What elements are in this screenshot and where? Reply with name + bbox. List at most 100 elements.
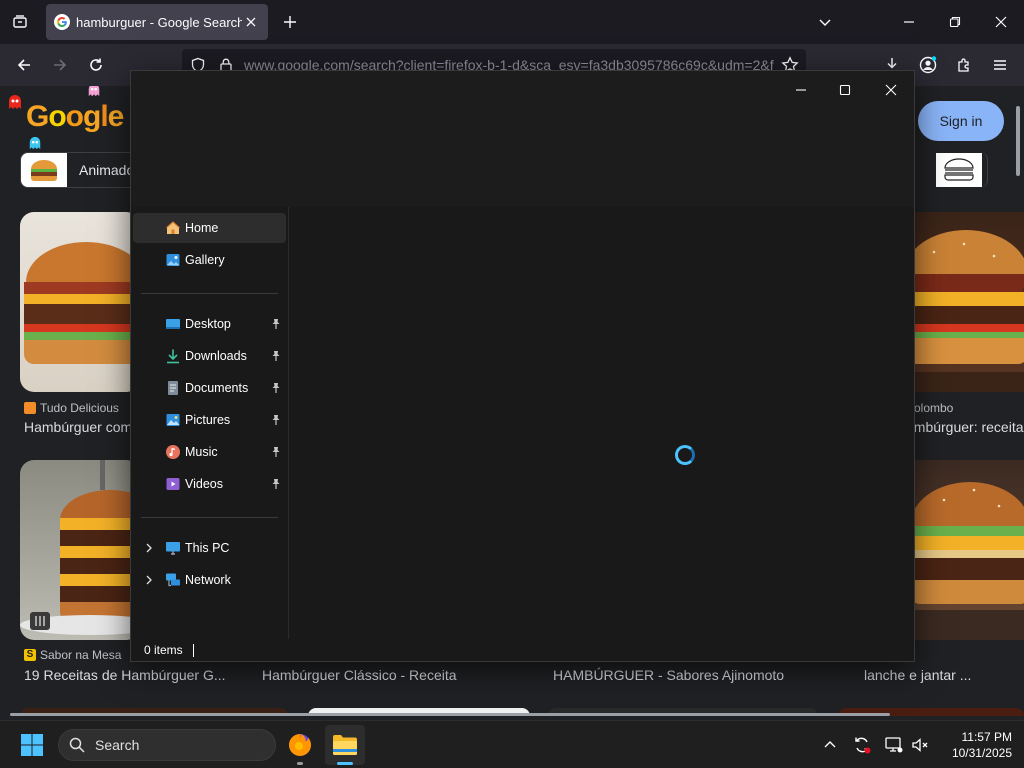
nav-item-videos[interactable]: Videos <box>133 469 286 499</box>
monitor-network-icon <box>885 737 903 753</box>
nav-item-documents[interactable]: Documents <box>133 373 286 403</box>
nav-item-network[interactable]: Network <box>133 565 286 595</box>
content-pane[interactable] <box>289 207 914 639</box>
volume-button[interactable] <box>908 733 932 757</box>
burger-photo-icon <box>24 242 140 364</box>
burger-cartoon-icon <box>31 160 57 181</box>
explorer-close-button[interactable] <box>871 75 911 105</box>
chevron-right-icon[interactable] <box>143 542 155 554</box>
documents-icon <box>168 381 178 395</box>
result-caption[interactable]: Hambúrguer com <box>24 419 134 435</box>
clock-time: 11:57 PM <box>961 730 1012 744</box>
explorer-title-bar[interactable] <box>131 71 914 207</box>
logo-letter: e <box>107 100 125 133</box>
forward-button[interactable] <box>46 51 74 79</box>
home-icon <box>166 221 180 234</box>
suggestion-chip-outline[interactable] <box>926 152 988 188</box>
nav-item-gallery[interactable]: Gallery <box>133 245 286 275</box>
close-icon <box>885 84 897 96</box>
tab-list-button[interactable] <box>6 8 34 36</box>
result-caption[interactable]: HAMBÚRGUER - Sabores Ajinomoto <box>553 667 813 683</box>
desktop-icon <box>166 319 180 329</box>
status-divider <box>192 643 194 657</box>
back-button[interactable] <box>10 51 38 79</box>
sync-status-button[interactable] <box>850 733 874 757</box>
extensions-button[interactable] <box>950 51 978 79</box>
burger-outline-icon <box>944 158 974 181</box>
app-menu-button[interactable] <box>986 51 1014 79</box>
result-caption[interactable]: 19 Receitas de Hambúrguer G... <box>24 667 254 683</box>
chip-thumbnail <box>21 153 67 187</box>
nav-item-this-pc[interactable]: This PC <box>133 533 286 563</box>
music-icon <box>166 445 180 459</box>
taskbar-search-box[interactable]: Search <box>58 729 276 761</box>
horizontal-scrollbar[interactable] <box>10 713 890 716</box>
gallery-icon <box>166 254 180 266</box>
nav-separator <box>141 293 278 294</box>
item-count: 0 items <box>144 643 183 657</box>
logo-letter: o <box>48 100 66 133</box>
logo-letter: G <box>26 100 49 133</box>
taskbar-file-explorer[interactable] <box>325 725 365 765</box>
logo-letter: g <box>83 100 101 133</box>
tab-list-icon <box>13 15 27 28</box>
arrow-left-icon <box>17 59 30 71</box>
explorer-body: Home Gallery Desktop Downloads Documents… <box>131 207 914 639</box>
pin-icon[interactable] <box>270 414 282 426</box>
burger-photo-icon <box>20 460 140 635</box>
sign-in-button[interactable]: Sign in <box>918 101 1004 141</box>
chip-label: Animado <box>79 162 135 178</box>
show-hidden-icons-button[interactable] <box>818 733 842 757</box>
firefox-icon <box>289 734 311 756</box>
sync-icon <box>855 737 871 754</box>
chevron-right-icon[interactable] <box>143 574 155 586</box>
blue-ghost-icon <box>29 136 41 150</box>
browser-close-button[interactable] <box>986 8 1016 36</box>
network-status-button[interactable] <box>882 733 906 757</box>
account-button[interactable] <box>914 51 942 79</box>
tab-title: hamburguer - Google Search <box>76 14 242 30</box>
system-clock[interactable]: 11:57 PM 10/31/2025 <box>936 729 1012 761</box>
nav-item-pictures[interactable]: Pictures <box>133 405 286 435</box>
result-caption[interactable]: lanche e jantar ... <box>864 667 1024 683</box>
taskbar-firefox[interactable] <box>280 725 320 765</box>
result-caption[interactable]: Hambúrguer Clássico - Receita <box>262 667 512 683</box>
result-image-4[interactable] <box>914 460 1024 640</box>
google-doodle-logo[interactable]: Google <box>26 100 125 134</box>
browser-minimize-button[interactable] <box>894 8 924 36</box>
nav-item-desktop[interactable]: Desktop <box>133 309 286 339</box>
result-image-1[interactable] <box>20 212 140 392</box>
reload-icon <box>90 58 102 71</box>
nav-item-downloads[interactable]: Downloads <box>133 341 286 371</box>
new-tab-button[interactable] <box>278 10 302 34</box>
tab-close-icon[interactable] <box>242 13 260 31</box>
chevron-down-icon <box>819 19 831 26</box>
file-explorer-window: Home Gallery Desktop Downloads Documents… <box>130 70 915 662</box>
pin-icon[interactable] <box>270 382 282 394</box>
explorer-maximize-button[interactable] <box>825 75 865 105</box>
nav-item-music[interactable]: Music <box>133 437 286 467</box>
start-button[interactable] <box>20 733 44 757</box>
browser-restore-button[interactable] <box>940 8 970 36</box>
list-all-tabs-button[interactable] <box>810 8 840 36</box>
result-caption[interactable]: ambúrguer: receita <box>906 419 1024 435</box>
logo-letter: o <box>65 100 84 133</box>
pin-icon[interactable] <box>270 478 282 490</box>
search-icon <box>69 737 85 753</box>
pin-icon[interactable] <box>270 446 282 458</box>
explorer-minimize-button[interactable] <box>781 75 821 105</box>
minimize-icon <box>796 89 806 91</box>
page-scrollbar[interactable] <box>1016 106 1020 176</box>
result-image-2[interactable] <box>914 212 1024 392</box>
reload-button[interactable] <box>82 51 110 79</box>
nav-item-home[interactable]: Home <box>133 213 286 243</box>
browser-tab-active[interactable]: hamburguer - Google Search <box>46 4 268 40</box>
plus-icon <box>284 16 296 28</box>
pin-icon[interactable] <box>270 350 282 362</box>
pin-icon[interactable] <box>270 318 282 330</box>
restore-icon <box>949 16 961 28</box>
nav-separator <box>141 517 278 518</box>
this-pc-icon <box>166 542 180 555</box>
result-image-3[interactable] <box>20 460 140 640</box>
network-icon <box>166 573 180 587</box>
